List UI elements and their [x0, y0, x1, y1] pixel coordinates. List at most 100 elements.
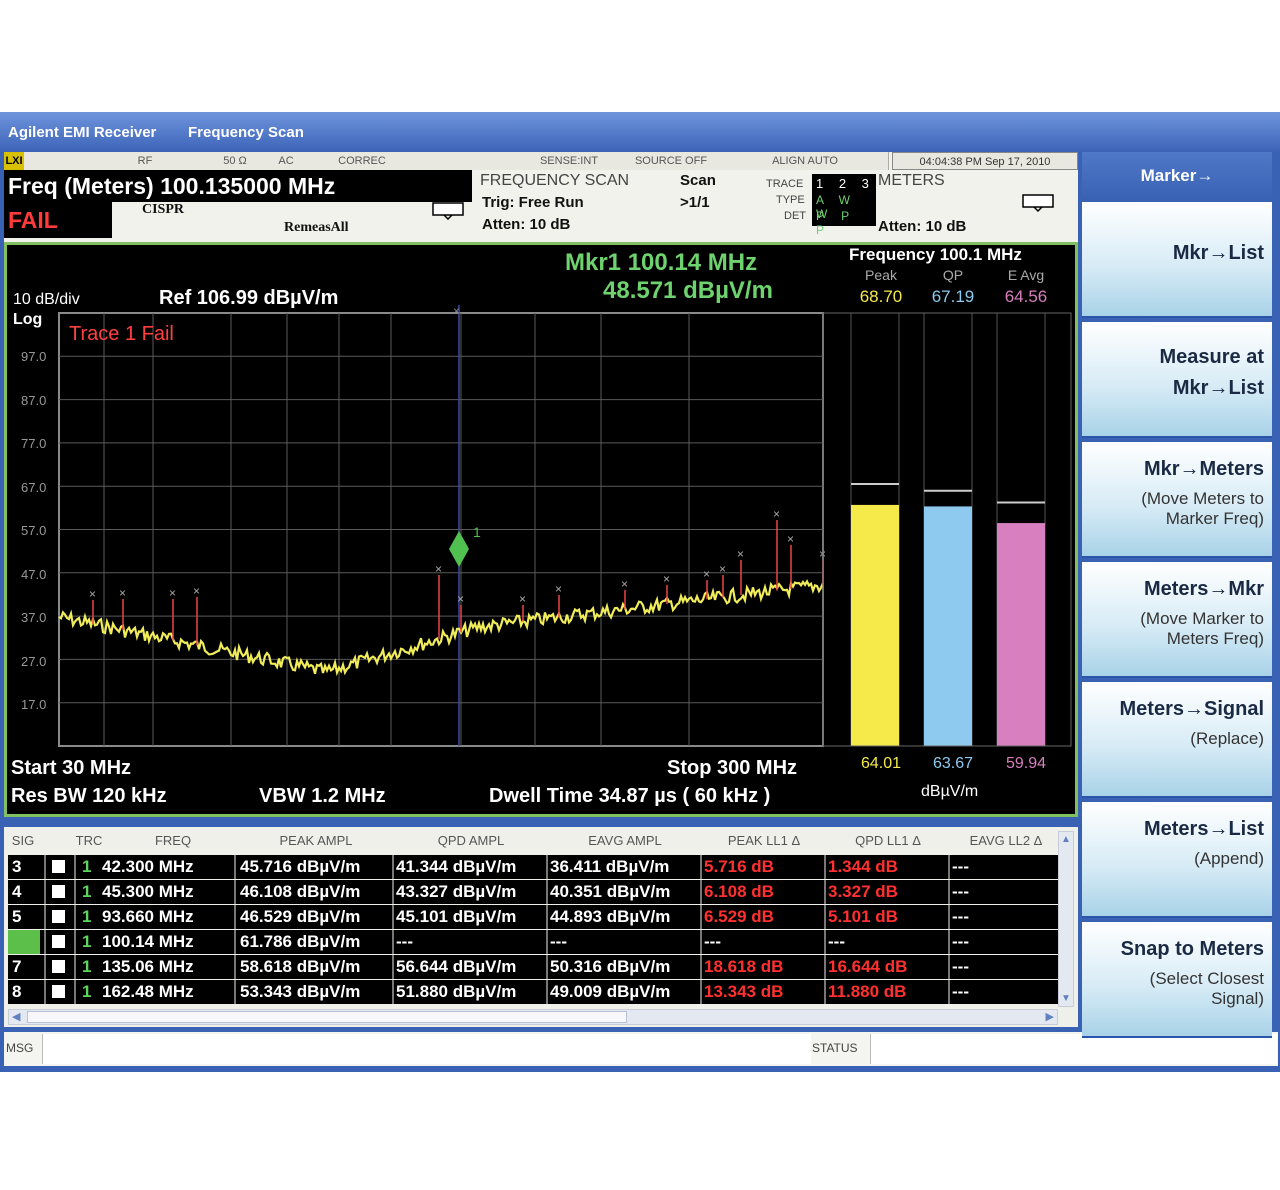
row-checkbox[interactable] — [52, 935, 65, 948]
type-label: TYPE — [776, 194, 805, 206]
cell-divider — [392, 905, 394, 929]
softkey-2[interactable]: Measure at Mkr→List — [1082, 322, 1272, 438]
column-header[interactable]: FREQ — [108, 831, 238, 851]
scan-count: >1/1 — [680, 194, 710, 211]
y-tick-label: 27.0 — [21, 653, 47, 669]
status-label: STATUS — [812, 1041, 858, 1055]
row-checkbox[interactable] — [52, 985, 65, 998]
cell-qpd: --- — [396, 932, 413, 951]
cell-qll: 1.344 dB — [828, 857, 898, 876]
cell-trc: 1 — [82, 982, 92, 1001]
softkey-label: Mkr→List — [1172, 377, 1264, 399]
column-header[interactable]: EAVG LL2 Δ — [950, 831, 1062, 851]
softkey-label: Measure at — [1159, 346, 1265, 368]
table-row[interactable]: 7 1 135.06 MHz 58.618 dBµV/m 56.644 dBµV/m 50… — [8, 955, 1058, 979]
cell-divider — [74, 880, 76, 904]
signal-x-icon: × — [519, 592, 526, 606]
cell-peak: 46.108 dBµV/m — [240, 882, 361, 901]
column-header[interactable]: PEAK AMPL — [238, 831, 394, 851]
cell-sig: 6 — [8, 930, 40, 954]
column-header[interactable]: EAVG AMPL — [548, 831, 702, 851]
cell-divider — [700, 905, 702, 929]
title-bar: Agilent EMI Receiver Frequency Scan — [0, 112, 1280, 152]
cell-ell: --- — [952, 907, 969, 926]
meter-current-value: 59.94 — [1005, 755, 1047, 772]
table-row[interactable]: 5 1 93.660 MHz 46.529 dBµV/m 45.101 dBµV/m 44… — [8, 905, 1058, 929]
vbw-label[interactable]: VBW 1.2 MHz — [259, 785, 386, 808]
cell-divider — [74, 855, 76, 879]
row-checkbox[interactable] — [52, 960, 65, 973]
table-horizontal-scrollbar[interactable]: ◀ ▶ — [8, 1009, 1058, 1025]
cell-sig: 4 — [12, 882, 22, 901]
cell-pll: --- — [704, 932, 721, 951]
table-row[interactable]: 3 1 42.300 MHz 45.716 dBµV/m 41.344 dBµV/m 36… — [8, 855, 1058, 879]
cell-divider — [392, 955, 394, 979]
cell-divider — [948, 955, 950, 979]
y-tick-label: 57.0 — [21, 523, 47, 538]
cell-divider — [44, 955, 46, 979]
row-checkbox[interactable] — [52, 910, 65, 923]
softkey-5[interactable]: Meters→Signal (Replace) — [1082, 682, 1272, 798]
column-header[interactable]: SIG — [8, 831, 38, 851]
freq-meters-readout[interactable]: Freq (Meters) 100.135000 MHz — [4, 170, 472, 202]
column-header[interactable]: TRC — [72, 831, 106, 851]
dwell-time-label[interactable]: Dwell Time 34.87 µs ( 60 kHz ) — [489, 785, 770, 808]
scroll-up-icon[interactable]: ▲ — [1061, 834, 1071, 845]
meters-label: METERS — [878, 172, 945, 189]
cell-divider — [234, 880, 236, 904]
softkey-1[interactable]: Mkr→List — [1082, 202, 1272, 318]
cell-freq: 45.300 MHz — [102, 882, 194, 901]
cell-divider — [392, 880, 394, 904]
spectrum-display: Mkr1 100.14 MHz 48.571 dBµV/m 10 dB/div … — [4, 242, 1078, 817]
softkey-6[interactable]: Meters→List (Append) — [1082, 802, 1272, 918]
signal-x-icon: × — [663, 572, 670, 586]
softkey-7[interactable]: Snap to Meters (Select Closest Signal) — [1082, 922, 1272, 1038]
table-row[interactable]: 6 1 100.14 MHz 61.786 dBµV/m --- --- --- --- --- — [8, 930, 1058, 954]
meters-toggle-icon[interactable] — [1022, 194, 1056, 212]
column-header[interactable]: QPD LL1 Δ — [826, 831, 950, 851]
cell-trc: 1 — [82, 907, 92, 926]
header-rf: RF — [80, 152, 211, 170]
msg-label: MSG — [6, 1041, 34, 1055]
meter-hold-value: 67.19 — [931, 287, 975, 306]
row-checkbox[interactable] — [52, 860, 65, 873]
scroll-left-icon[interactable]: ◀ — [12, 1010, 20, 1023]
header-coupling: AC — [260, 152, 313, 170]
softkey-label: Mkr→List — [1172, 242, 1264, 264]
scroll-thumb[interactable] — [27, 1011, 627, 1023]
table-row[interactable]: 8 1 162.48 MHz 53.343 dBµV/m 51.880 dBµV/m 49… — [8, 980, 1058, 1004]
cell-divider — [824, 980, 826, 1004]
signal-x-icon: × — [89, 587, 96, 601]
fail-indicator: FAIL — [4, 202, 112, 238]
cell-sig: 8 — [12, 982, 22, 1001]
cell-qpd: 51.880 dBµV/m — [396, 982, 517, 1001]
table-vertical-scrollbar[interactable]: ▲ ▼ — [1058, 831, 1074, 1007]
signal-x-icon: × — [719, 562, 726, 576]
stop-freq-label[interactable]: Stop 300 MHz — [667, 757, 797, 780]
cell-qll: --- — [828, 932, 845, 951]
cell-divider — [74, 980, 76, 1004]
column-header[interactable]: QPD AMPL — [394, 831, 548, 851]
screen-toggle-icon[interactable] — [432, 202, 466, 220]
cell-divider — [948, 980, 950, 1004]
cell-divider — [234, 980, 236, 1004]
status-indicator-icon: LXI — [4, 152, 25, 170]
res-bw-label[interactable]: Res BW 120 kHz — [11, 785, 167, 808]
scroll-right-icon[interactable]: ▶ — [1046, 1010, 1054, 1023]
scroll-down-icon[interactable]: ▼ — [1061, 993, 1071, 1004]
start-freq-label[interactable]: Start 30 MHz — [11, 757, 131, 780]
softkey-4[interactable]: Meters→Mkr (Move Marker to Meters Freq) — [1082, 562, 1272, 678]
cell-sig: 7 — [12, 957, 22, 976]
softkey-3[interactable]: Mkr→Meters (Move Meters to Marker Freq) — [1082, 442, 1272, 558]
cell-ell: --- — [952, 957, 969, 976]
atten-label: Atten: 10 dB — [482, 216, 571, 233]
meter-name-label: QP — [942, 267, 964, 283]
softkey-sublabel: (Move Meters to — [1141, 489, 1264, 508]
table-row[interactable]: 4 1 45.300 MHz 46.108 dBµV/m 43.327 dBµV/m 40… — [8, 880, 1058, 904]
column-header[interactable]: PEAK LL1 Δ — [702, 831, 826, 851]
mode-title: Frequency Scan — [188, 124, 304, 141]
row-checkbox[interactable] — [52, 885, 65, 898]
cell-peak: 58.618 dBµV/m — [240, 957, 361, 976]
cell-divider — [44, 930, 46, 954]
det-label: DET — [784, 210, 806, 222]
